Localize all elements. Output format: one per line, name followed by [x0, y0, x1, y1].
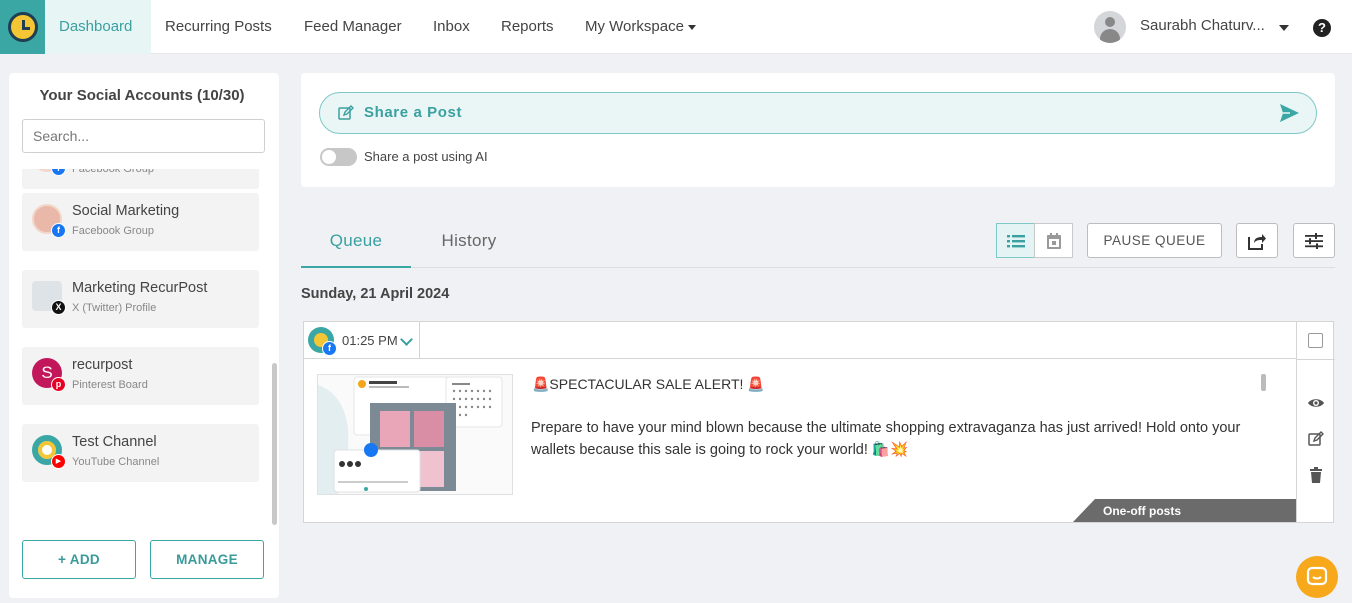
post-image[interactable] — [317, 374, 513, 495]
user-avatar[interactable] — [1094, 11, 1126, 43]
queued-post-card: f 01:25 PM 🚨SPECTACULAR SALE ALERT! 🚨 Pr… — [303, 321, 1335, 523]
user-menu-caret-icon[interactable] — [1279, 25, 1289, 31]
help-icon[interactable]: ? — [1313, 19, 1331, 37]
post-actions-divider — [1297, 359, 1335, 360]
post-select-checkbox[interactable] — [1308, 333, 1323, 348]
social-accounts-panel: Your Social Accounts (10/30) f Facebook … — [9, 73, 279, 598]
account-item[interactable]: X Marketing RecurPost X (Twitter) Profil… — [22, 270, 259, 328]
social-accounts-title: Your Social Accounts (10/30) — [39, 87, 245, 104]
nav-my-workspace-label: My Workspace — [585, 18, 684, 35]
add-account-button[interactable]: + ADD — [22, 540, 136, 579]
nav-my-workspace[interactable]: My Workspace — [585, 0, 696, 54]
account-list: f Facebook Group f Social Marketing Face… — [22, 169, 259, 509]
clock-icon — [7, 12, 38, 42]
top-navbar: Dashboard Recurring Posts Feed Manager I… — [0, 0, 1352, 54]
export-button[interactable] — [1236, 223, 1278, 258]
send-icon[interactable] — [1278, 102, 1300, 124]
pause-queue-button[interactable]: PAUSE QUEUE — [1087, 223, 1222, 258]
nav-recurring-posts[interactable]: Recurring Posts — [165, 0, 272, 54]
account-item[interactable]: f Social Marketing Facebook Group — [22, 193, 259, 251]
post-text-scrollbar[interactable] — [1261, 374, 1266, 391]
one-off-posts-tag: One-off posts — [1073, 499, 1296, 522]
x-twitter-icon: X — [51, 300, 66, 315]
share-post-card: Share a Post Share a post using AI — [301, 73, 1335, 187]
ai-share-toggle[interactable] — [320, 148, 357, 166]
account-avatar: f — [32, 169, 66, 176]
account-type: X (Twitter) Profile — [72, 302, 157, 314]
tab-queue[interactable]: Queue — [301, 214, 411, 268]
post-image-illustration — [318, 375, 512, 494]
nav-reports[interactable]: Reports — [501, 0, 554, 54]
account-avatar: ▶ — [32, 435, 66, 469]
nav-feed-manager[interactable]: Feed Manager — [304, 0, 402, 54]
facebook-icon: f — [51, 169, 66, 176]
account-item[interactable]: ▶ Test Channel YouTube Channel — [22, 424, 259, 482]
chevron-down-icon — [400, 333, 413, 346]
account-list-scrollbar[interactable] — [272, 363, 277, 525]
account-type: Facebook Group — [72, 169, 154, 175]
account-type: YouTube Channel — [72, 456, 160, 468]
one-off-posts-label: One-off posts — [1103, 504, 1181, 518]
share-post-input[interactable]: Share a Post — [319, 92, 1317, 134]
pinterest-icon: p — [51, 377, 66, 392]
account-item[interactable]: S p recurpost Pinterest Board — [22, 347, 259, 405]
account-name: Social Marketing — [72, 203, 180, 219]
recurpost-logo[interactable] — [0, 0, 45, 54]
account-avatar: f — [32, 204, 66, 238]
eye-icon[interactable] — [1307, 394, 1325, 412]
ai-share-toggle-label: Share a post using AI — [364, 149, 488, 164]
account-name: Marketing RecurPost — [72, 280, 208, 296]
filter-settings-button[interactable] — [1293, 223, 1335, 258]
post-header-divider — [420, 358, 1296, 359]
calendar-icon — [1046, 232, 1061, 249]
tab-history[interactable]: History — [421, 214, 517, 268]
youtube-icon: ▶ — [51, 454, 66, 469]
list-view-toggle[interactable] — [996, 223, 1035, 258]
list-icon — [1006, 234, 1025, 247]
account-avatar: X — [32, 281, 66, 315]
account-search-input[interactable] — [22, 119, 265, 153]
calendar-view-toggle[interactable] — [1034, 223, 1073, 258]
sliders-icon — [1305, 232, 1323, 249]
queue-date-heading: Sunday, 21 April 2024 — [301, 286, 450, 302]
post-time: 01:25 PM — [342, 333, 398, 348]
account-avatar: S p — [32, 358, 66, 392]
post-account-avatar: f — [308, 327, 337, 356]
user-name[interactable]: Saurabh Chaturv... — [1140, 17, 1265, 34]
manage-accounts-button[interactable]: MANAGE — [150, 540, 264, 579]
chevron-down-icon — [687, 24, 696, 30]
post-body: Prepare to have your mind blown because … — [531, 420, 1241, 458]
trash-icon[interactable] — [1307, 466, 1325, 484]
chat-support-button[interactable] — [1296, 556, 1338, 598]
nav-inbox[interactable]: Inbox — [433, 0, 470, 54]
share-export-icon — [1248, 233, 1266, 250]
share-post-label: Share a Post — [364, 104, 463, 121]
facebook-icon: f — [322, 341, 337, 356]
post-title: 🚨SPECTACULAR SALE ALERT! 🚨 — [532, 376, 765, 392]
account-name: recurpost — [72, 357, 133, 373]
account-type: Facebook Group — [72, 225, 154, 237]
account-type: Pinterest Board — [72, 379, 148, 391]
account-name: Test Channel — [72, 434, 157, 450]
edit-icon[interactable] — [1307, 430, 1325, 448]
chat-icon — [1306, 566, 1328, 586]
post-actions — [1296, 322, 1335, 522]
post-time-selector[interactable]: f 01:25 PM — [304, 322, 420, 359]
edit-icon — [338, 105, 354, 120]
facebook-icon: f — [51, 223, 66, 238]
nav-dashboard[interactable]: Dashboard — [45, 0, 151, 54]
account-item[interactable]: f Facebook Group — [22, 169, 259, 189]
